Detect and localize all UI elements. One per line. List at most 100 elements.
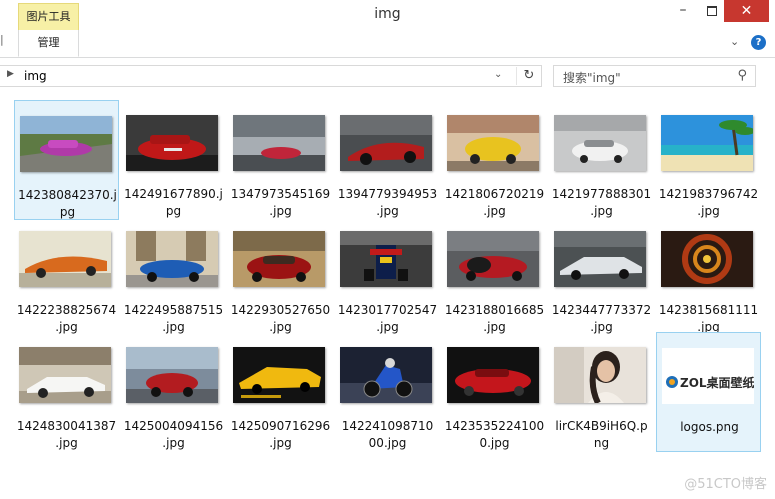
file-name-line-1: 1422495887515 — [123, 303, 224, 317]
search-box[interactable]: 搜索"img" ⚲ — [553, 65, 756, 87]
zol-logo-text: ZOL桌面壁纸 — [680, 376, 754, 390]
file-name-line-2: 0.jpg — [479, 436, 510, 450]
file-thumbnail — [126, 115, 218, 171]
file-thumbnail — [661, 115, 753, 171]
file-name-line-2: .jpg — [55, 436, 78, 450]
file-name-line-2: 00.jpg — [368, 436, 407, 450]
ribbon-tab-stub[interactable]: | — [0, 33, 6, 55]
file-name: 142241098710 00.jpg — [335, 418, 440, 452]
file-item[interactable]: 1422238825674 .jpg — [14, 216, 119, 336]
file-name-line-2: .jpg — [162, 436, 185, 450]
file-name: 1422930527650 .jpg — [228, 302, 333, 336]
file-name-line-1: 1421977888301 — [551, 187, 652, 201]
file-name: lirCK4B9iH6Q.p ng — [549, 418, 654, 452]
ribbon-tab-row: | 管理 ⌄ ? — [0, 30, 775, 58]
file-thumbnail — [340, 231, 432, 287]
file-item[interactable]: lirCK4B9iH6Q.p ng — [549, 332, 654, 452]
file-name-line-1: 142491677890.j — [124, 187, 223, 201]
file-name: 1423017702547 .jpg — [335, 302, 440, 336]
file-item[interactable]: 1423017702547 .jpg — [335, 216, 440, 336]
file-name-line-1: 1421983796742 — [658, 187, 759, 201]
file-name-line-2: ng — [593, 436, 610, 450]
file-item[interactable]: 1421977888301 .jpg — [549, 100, 654, 220]
file-thumbnail — [126, 231, 218, 287]
file-name-line-1: 1394779394953 — [337, 187, 438, 201]
file-item[interactable]: 1421983796742 .jpg — [656, 100, 761, 220]
file-item[interactable]: 142380842370.j pg — [14, 100, 119, 220]
file-name-line-1: 142241098710 — [341, 419, 434, 433]
file-name-line-1: 1423447773372 — [551, 303, 652, 317]
file-thumbnail — [233, 347, 325, 403]
tab-manage[interactable]: 管理 — [18, 30, 79, 57]
file-name-line-1: 142380842370.j — [18, 188, 117, 202]
file-name: 1425004094156 .jpg — [121, 418, 226, 452]
ribbon-controls: ⌄ ? — [726, 35, 771, 53]
file-name-line-1: 1425004094156 — [123, 419, 224, 433]
file-thumbnail — [554, 231, 646, 287]
watermark: @51CTO博客 — [684, 477, 767, 492]
file-thumbnail — [447, 115, 539, 171]
file-name: 1423535224100 0.jpg — [442, 418, 547, 452]
file-name-line-1: 1425090716296 — [230, 419, 331, 433]
file-item[interactable]: 1422930527650 .jpg — [228, 216, 333, 336]
file-name-line-1: 1423535224100 — [444, 419, 545, 433]
maximize-button[interactable] — [700, 0, 724, 22]
file-name-line-1: 1423815681111 — [658, 303, 759, 317]
file-item[interactable]: 1423188016685 .jpg — [442, 216, 547, 336]
file-name-line-1: lirCK4B9iH6Q.p — [555, 419, 648, 433]
breadcrumb-folder[interactable]: img — [24, 69, 47, 83]
file-thumbnail — [19, 231, 111, 287]
file-item[interactable]: 142491677890.j pg — [121, 100, 226, 220]
file-item[interactable]: 1421806720219 .jpg — [442, 100, 547, 220]
file-name: 1421806720219 .jpg — [442, 186, 547, 220]
file-item[interactable]: 1394779394953 .jpg — [335, 100, 440, 220]
file-thumbnail: ZOL桌面壁纸 — [662, 348, 754, 404]
file-thumbnail — [554, 347, 646, 403]
file-item[interactable]: 1347973545169 .jpg — [228, 100, 333, 220]
title-bar: 图片工具 img – ✕ — [0, 0, 775, 31]
file-item[interactable]: 1425090716296 .jpg — [228, 332, 333, 452]
file-thumbnail — [661, 231, 753, 287]
file-name: 1423188016685 .jpg — [442, 302, 547, 336]
file-name: 1424830041387 .jpg — [14, 418, 119, 452]
file-item[interactable]: ZOL桌面壁纸 logos.png — [656, 332, 761, 452]
file-thumbnail — [340, 347, 432, 403]
maximize-icon — [707, 6, 717, 16]
close-button[interactable]: ✕ — [724, 0, 769, 22]
file-name-line-1: 1423017702547 — [337, 303, 438, 317]
file-name: 1425090716296 .jpg — [228, 418, 333, 452]
file-item[interactable]: 1423447773372 .jpg — [549, 216, 654, 336]
file-thumbnail — [126, 347, 218, 403]
search-input[interactable]: 搜索"img" — [563, 69, 621, 86]
file-name: 142491677890.j pg — [121, 186, 226, 220]
file-item[interactable]: 1423815681111 .jpg — [656, 216, 761, 336]
file-thumbnail — [20, 116, 112, 172]
file-name: 1422238825674 .jpg — [14, 302, 119, 336]
file-item[interactable]: 1424830041387 .jpg — [14, 332, 119, 452]
file-thumbnail — [233, 231, 325, 287]
file-grid: 142380842370.j pg 142491677890.j pg 13479735… — [0, 92, 775, 499]
breadcrumb-arrow-icon[interactable]: ▶ — [7, 69, 14, 79]
file-thumbnail — [554, 115, 646, 171]
file-item[interactable]: 1423535224100 0.jpg — [442, 332, 547, 452]
minimize-button[interactable]: – — [666, 0, 700, 22]
file-item[interactable]: 142241098710 00.jpg — [335, 332, 440, 452]
file-thumbnail — [447, 347, 539, 403]
file-thumbnail — [447, 231, 539, 287]
file-name: 1421983796742 .jpg — [656, 186, 761, 220]
file-name-line-1: 1347973545169 — [230, 187, 331, 201]
expand-ribbon-chevron-icon[interactable]: ⌄ — [730, 35, 739, 48]
address-dropdown-icon[interactable]: ⌄ — [494, 69, 502, 80]
navigation-bar: ▶ img ⌄ ↻ 搜索"img" ⚲ — [0, 58, 775, 91]
file-item[interactable]: 1425004094156 .jpg — [121, 332, 226, 452]
file-name-line-1: 1423188016685 — [444, 303, 545, 317]
file-name: 1347973545169 .jpg — [228, 186, 333, 220]
help-icon[interactable]: ? — [751, 35, 766, 50]
search-icon[interactable]: ⚲ — [737, 68, 747, 83]
file-name-line-1: 1422238825674 — [16, 303, 117, 317]
refresh-icon[interactable]: ↻ — [516, 67, 541, 85]
file-item[interactable]: 1422495887515 .jpg — [121, 216, 226, 336]
file-name: 1422495887515 .jpg — [121, 302, 226, 336]
address-bar[interactable]: ▶ img ⌄ ↻ — [0, 65, 542, 87]
file-name-line-1: 1424830041387 — [16, 419, 117, 433]
